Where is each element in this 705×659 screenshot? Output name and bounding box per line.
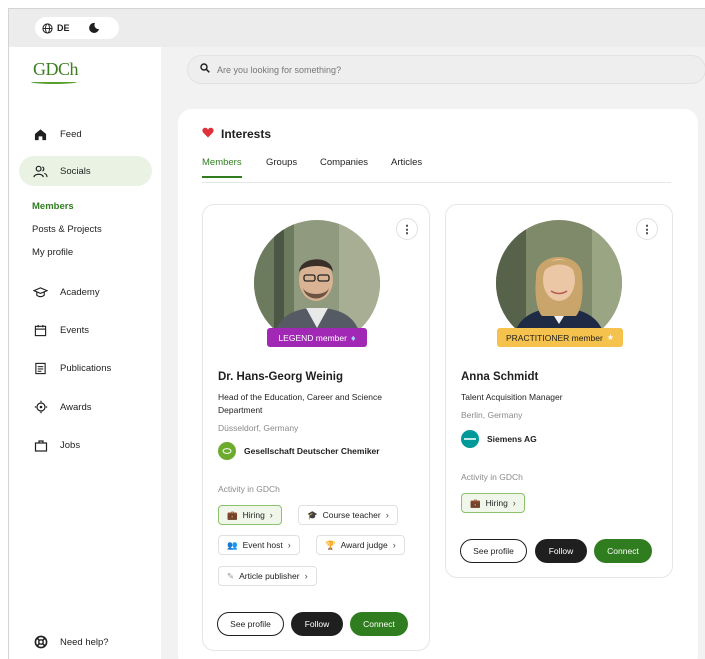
chevron-right-icon: ›: [385, 510, 389, 520]
follow-button[interactable]: Follow: [291, 612, 343, 636]
connect-button[interactable]: Connect: [594, 539, 652, 563]
logo-swoosh: [31, 80, 77, 84]
sidebar-item-awards[interactable]: Awards: [19, 392, 152, 422]
member-location: Düsseldorf, Germany: [218, 423, 299, 433]
tab-bar: Members Groups Companies Articles: [202, 157, 671, 183]
briefcase-icon: 💼: [470, 497, 481, 508]
member-card: ⋮ LEGEND member ♦ Dr. Hans-Georg Weinig …: [202, 204, 430, 651]
tab-articles[interactable]: Articles: [391, 157, 422, 176]
panel-title: Interests: [202, 127, 271, 141]
activity-chip-award-judge[interactable]: 🏆 Award judge ›: [316, 535, 405, 555]
activity-chip-article-publisher[interactable]: ✎ Article publisher ›: [218, 566, 317, 586]
language-switcher[interactable]: DE: [35, 17, 119, 39]
member-level-badge: LEGEND member ♦: [267, 328, 367, 347]
star-icon: ★: [606, 333, 614, 342]
moon-icon[interactable]: [88, 22, 100, 34]
sidebar-item-label: Jobs: [60, 439, 81, 451]
subnav-members[interactable]: Members: [32, 201, 74, 212]
sidebar-item-academy[interactable]: Academy: [19, 277, 152, 307]
member-level-badge: PRACTITIONER member ★: [497, 328, 623, 347]
gdch-logo[interactable]: GDCh: [33, 59, 79, 80]
globe-icon: [42, 22, 53, 34]
app-frame: DE GDCh Feed Socials Members Posts & Pro…: [8, 8, 705, 659]
see-profile-button[interactable]: See profile: [217, 612, 284, 636]
document-icon: [33, 361, 48, 376]
tab-members[interactable]: Members: [202, 157, 242, 178]
sidebar-item-events[interactable]: Events: [19, 315, 152, 345]
search-input[interactable]: [217, 64, 617, 75]
sidebar-item-label: Events: [60, 324, 90, 336]
more-options-button[interactable]: ⋮: [636, 218, 658, 240]
interests-panel: Interests Members Groups Companies Artic…: [178, 109, 698, 659]
language-code: DE: [57, 23, 70, 33]
activity-chip-hiring[interactable]: 💼 Hiring ›: [461, 493, 525, 513]
pen-icon: ✎: [227, 570, 235, 581]
follow-button[interactable]: Follow: [535, 539, 587, 563]
sidebar-item-label: Socials: [60, 165, 91, 177]
sidebar: GDCh Feed Socials Members Posts & Projec…: [9, 47, 161, 659]
sidebar-item-publications[interactable]: Publications: [19, 353, 152, 383]
activity-label: Activity in GDCh: [461, 472, 523, 482]
member-name[interactable]: Anna Schmidt: [461, 371, 538, 383]
search-icon: [200, 63, 210, 76]
see-profile-button[interactable]: See profile: [460, 539, 527, 563]
tab-groups[interactable]: Groups: [266, 157, 297, 176]
graduation-cap-icon: 🎓: [307, 509, 318, 520]
people-icon: [33, 164, 48, 179]
tab-companies[interactable]: Companies: [320, 157, 368, 176]
chevron-right-icon: ›: [287, 540, 291, 550]
sidebar-item-socials[interactable]: Socials: [19, 156, 152, 186]
member-location: Berlin, Germany: [461, 410, 523, 420]
search-bar[interactable]: [187, 55, 705, 84]
briefcase-icon: 💼: [227, 509, 238, 520]
lifebuoy-icon: [33, 635, 48, 650]
member-name[interactable]: Dr. Hans-Georg Weinig: [218, 371, 343, 383]
top-strip: DE: [9, 9, 705, 47]
chevron-right-icon: ›: [392, 540, 396, 550]
people-icon: 👥: [227, 539, 238, 550]
member-card: ⋮ PRACTITIONER member ★ Anna Schmidt Tal…: [445, 204, 673, 578]
activity-chip-course-teacher[interactable]: 🎓 Course teacher ›: [298, 505, 398, 525]
subnav-my-profile[interactable]: My profile: [32, 247, 73, 258]
diamond-icon: ♦: [350, 332, 356, 343]
sidebar-item-label: Academy: [60, 286, 100, 298]
activity-chip-hiring[interactable]: 💼 Hiring ›: [218, 505, 282, 525]
chevron-right-icon: ›: [269, 510, 273, 520]
connect-button[interactable]: Connect: [350, 612, 408, 636]
sidebar-item-label: Awards: [60, 401, 92, 413]
help-link[interactable]: Need help?: [19, 627, 152, 657]
sidebar-item-feed[interactable]: Feed: [19, 119, 152, 149]
gdch-org-logo-icon: [218, 442, 236, 460]
more-options-button[interactable]: ⋮: [396, 218, 418, 240]
siemens-logo-icon: [461, 430, 479, 448]
calendar-icon: [33, 323, 48, 338]
trophy-icon: 🏆: [325, 539, 336, 550]
heart-icon: [202, 127, 214, 141]
member-organization[interactable]: Siemens AG: [461, 430, 537, 448]
sidebar-item-label: Publications: [60, 362, 112, 374]
member-role: Head of the Education, Career and Scienc…: [218, 392, 382, 415]
sidebar-item-jobs[interactable]: Jobs: [19, 430, 152, 460]
member-role: Talent Acquisition Manager: [461, 392, 563, 402]
help-label: Need help?: [60, 636, 109, 648]
briefcase-icon: [33, 438, 48, 453]
sidebar-item-label: Feed: [60, 128, 82, 140]
chevron-right-icon: ›: [512, 498, 516, 508]
home-icon: [33, 127, 48, 142]
member-organization[interactable]: Gesellschaft Deutscher Chemiker: [218, 442, 380, 460]
chevron-right-icon: ›: [304, 571, 308, 581]
award-icon: [33, 400, 48, 415]
interests-title: Interests: [221, 127, 272, 141]
activity-chip-event-host[interactable]: 👥 Event host ›: [218, 535, 300, 555]
subnav-posts-projects[interactable]: Posts & Projects: [32, 224, 102, 235]
graduation-cap-icon: [33, 285, 48, 300]
activity-label: Activity in GDCh: [218, 484, 280, 494]
